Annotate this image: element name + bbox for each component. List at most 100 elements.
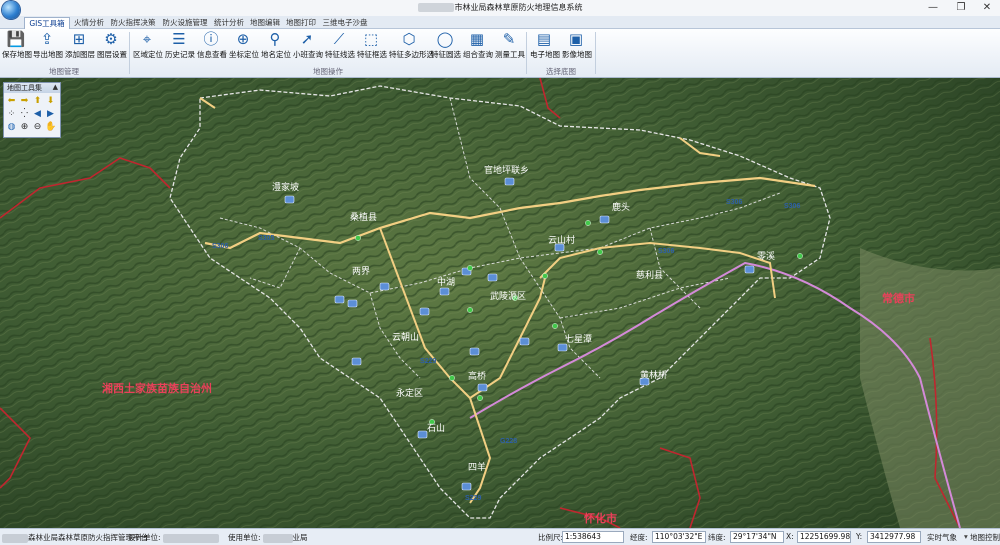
pan-left-icon[interactable]: ⬅ xyxy=(6,96,17,107)
designer-label: 设计单位: xyxy=(128,533,161,542)
history-button[interactable]: ☰ 历史记录 xyxy=(165,30,195,64)
line-select-button[interactable]: ⟋ 特征线选 xyxy=(325,30,355,64)
tab-map-edit[interactable]: 地图编辑 xyxy=(248,17,282,28)
x-label: X: xyxy=(786,532,794,541)
facility-marker[interactable] xyxy=(351,357,362,366)
pan-down-icon[interactable]: ⬇ xyxy=(45,96,56,107)
map-toolbox-panel[interactable]: 地图工具集 ▲ ⬅ ➡ ⬆ ⬇ ⁘ ⁛ ◀ ▶ ◍ ⊕ ⊖ ✋ xyxy=(3,82,61,138)
place-locate-button[interactable]: ⚲ 地名定位 xyxy=(261,30,291,64)
facility-marker[interactable] xyxy=(417,430,428,439)
facility-marker[interactable] xyxy=(477,383,488,392)
save-map-button[interactable]: 💾 保存地图 xyxy=(2,30,32,64)
facility-marker[interactable] xyxy=(419,307,430,316)
tab-fire-analysis[interactable]: 火情分析 xyxy=(72,17,106,28)
y-coordinate-field: 3412977.98 xyxy=(867,531,921,543)
pan-right-icon[interactable]: ➡ xyxy=(19,96,30,107)
tab-map-print[interactable]: 地图打印 xyxy=(284,17,318,28)
zoom-out-icon[interactable]: ⊖ xyxy=(32,122,43,133)
lookout-marker[interactable] xyxy=(449,375,455,381)
longitude-field: 110°03'32"E xyxy=(652,531,706,543)
facility-marker[interactable] xyxy=(334,295,345,304)
tab-statistics[interactable]: 统计分析 xyxy=(212,17,246,28)
map-control-button[interactable]: 地图控制 xyxy=(970,532,1000,543)
facility-marker[interactable] xyxy=(487,273,498,282)
lookout-marker[interactable] xyxy=(552,323,558,329)
facility-marker[interactable] xyxy=(557,343,568,352)
region-label: 常德市 xyxy=(882,291,915,305)
subcompartment-query-button[interactable]: ➚ 小班查询 xyxy=(293,30,323,64)
minimize-button[interactable]: — xyxy=(920,0,946,16)
coordinate-locate-button[interactable]: ⊕ 坐标定位 xyxy=(229,30,259,64)
close-button[interactable]: ✕ xyxy=(974,0,1000,16)
zoom-in-icon[interactable]: ⊕ xyxy=(19,122,30,133)
full-extent-globe-icon[interactable]: ◍ xyxy=(6,122,17,133)
toolbox-collapse-icon[interactable]: ▲ xyxy=(53,83,58,91)
lookout-marker[interactable] xyxy=(467,265,473,271)
button-label: 影像地图 xyxy=(562,50,592,59)
region-locate-button[interactable]: ⌖ 区域定位 xyxy=(133,30,163,64)
facility-marker[interactable] xyxy=(744,265,755,274)
lookout-marker[interactable] xyxy=(355,235,361,241)
lookout-marker[interactable] xyxy=(597,249,603,255)
zoom-in-fixed-icon[interactable]: ⁘ xyxy=(6,109,17,120)
info-view-button[interactable]: ⓘ 信息查看 xyxy=(197,30,227,64)
button-label: 特征框选 xyxy=(357,50,387,59)
ribbon-toolbar: 💾 保存地图 ⇪ 导出地图 ⊞ 添加图层 ⚙ 图层设置 地图管理 ⌖ 区域定位 ☰ 历史记录… xyxy=(0,29,1000,78)
map-canvas[interactable]: S306 S305 S229 S306 S306 S306 G228 S229 xyxy=(0,78,1000,528)
lookout-marker[interactable] xyxy=(797,253,803,259)
group-divider xyxy=(595,32,596,74)
facility-marker[interactable] xyxy=(519,337,530,346)
scale-field[interactable]: 1:538643 xyxy=(562,531,624,543)
export-map-button[interactable]: ⇪ 导出地图 xyxy=(33,30,63,64)
circle-select-button[interactable]: ◯ 特征圆选 xyxy=(431,30,461,64)
facility-marker[interactable] xyxy=(439,287,450,296)
lookout-marker[interactable] xyxy=(542,273,548,279)
facility-marker[interactable] xyxy=(284,195,295,204)
layer-settings-button[interactable]: ⚙ 图层设置 xyxy=(97,30,127,64)
add-layer-button[interactable]: ⊞ 添加图层 xyxy=(65,30,95,64)
menu-tabs: GIS工具箱 火情分析 防火指挥决策 防火设施管理 统计分析 地图编辑 地图打印… xyxy=(0,16,1000,29)
region-label: 湘西土家族苗族自治州 xyxy=(102,381,212,395)
tab-fire-command[interactable]: 防火指挥决策 xyxy=(108,17,158,28)
facility-marker[interactable] xyxy=(379,282,390,291)
place-label: 石山 xyxy=(427,423,445,434)
facility-marker[interactable] xyxy=(469,347,480,356)
maximize-button[interactable]: ❐ xyxy=(948,0,974,16)
redacted-text xyxy=(2,533,28,543)
tab-gis-toolbox[interactable]: GIS工具箱 xyxy=(24,17,70,29)
weather-button[interactable]: 实时气象 xyxy=(927,532,957,543)
previous-extent-icon[interactable]: ◀ xyxy=(32,109,43,120)
map-view[interactable]: S306 S305 S229 S306 S306 S306 G228 S229 xyxy=(0,78,1000,528)
imagery-map-button[interactable]: ▣ 影像地图 xyxy=(562,30,592,64)
vector-map-button[interactable]: ▤ 电子地图 xyxy=(530,30,560,64)
group-divider xyxy=(526,32,527,74)
measure-tool-button[interactable]: ✎ 测量工具 xyxy=(495,30,525,64)
facility-marker[interactable] xyxy=(504,177,515,186)
toolbox-title: 地图工具集 xyxy=(4,83,60,93)
button-label: 地名定位 xyxy=(261,50,291,59)
region-label: 怀化市 xyxy=(584,511,617,525)
place-label: 鹿头 xyxy=(612,201,630,213)
lookout-marker[interactable] xyxy=(585,220,591,226)
box-select-button[interactable]: ⬚ 特征框选 xyxy=(357,30,387,64)
facility-marker[interactable] xyxy=(461,482,472,491)
next-extent-icon[interactable]: ▶ xyxy=(45,109,56,120)
tab-facility-management[interactable]: 防火设施管理 xyxy=(160,17,210,28)
zoom-out-fixed-icon[interactable]: ⁛ xyxy=(19,109,30,120)
add-layer-icon: ⊞ xyxy=(72,30,86,48)
lookout-marker[interactable] xyxy=(477,395,483,401)
lookout-marker[interactable] xyxy=(467,307,473,313)
pan-hand-icon[interactable]: ✋ xyxy=(45,122,56,133)
window-title-text: 市林业局森林草原防火地理信息系统 xyxy=(454,3,583,12)
pan-up-icon[interactable]: ⬆ xyxy=(32,96,43,107)
polygon-select-button[interactable]: ⬡ 特征多边形选 xyxy=(389,30,434,64)
combined-query-button[interactable]: ▦ 组合查询 xyxy=(463,30,493,64)
tab-3d-sandbox[interactable]: 三维电子沙盘 xyxy=(320,17,370,28)
button-label: 导出地图 xyxy=(33,50,63,59)
layer-settings-icon: ⚙ xyxy=(104,30,118,48)
button-label: 特征线选 xyxy=(325,50,355,59)
facility-marker[interactable] xyxy=(599,215,610,224)
weather-dropdown-icon[interactable]: ▾ xyxy=(964,532,968,541)
polygon-select-icon: ⬡ xyxy=(402,30,416,48)
facility-marker[interactable] xyxy=(347,299,358,308)
